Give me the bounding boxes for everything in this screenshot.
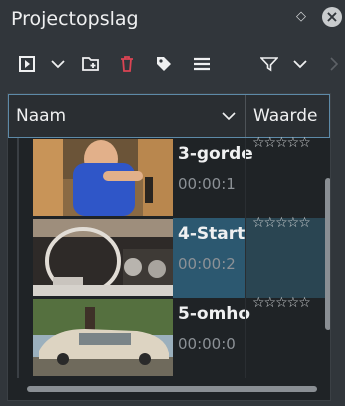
clip-duration: 00:00:0 [178, 335, 236, 353]
chevron-down-icon [51, 60, 65, 69]
filter-menu-button[interactable] [290, 44, 310, 84]
rating-stars[interactable]: ☆☆☆☆☆ [252, 295, 311, 311]
clip-duration: 00:00:1 [178, 175, 236, 193]
column-header: Naam Waarde [8, 94, 330, 138]
menu-button[interactable] [189, 44, 215, 84]
tree-branch-line [17, 298, 19, 378]
clip-thumbnail [33, 219, 173, 296]
delete-button[interactable] [114, 44, 140, 84]
add-clip-button[interactable] [14, 44, 40, 84]
clip-rating-cell[interactable]: ☆☆☆☆☆ [245, 215, 325, 298]
clip-name-cell: 3-gorde 00:00:1 [173, 138, 253, 218]
clip-thumbnail [33, 299, 173, 376]
tag-button[interactable] [151, 44, 177, 84]
clip-name: 3-gorde [178, 144, 253, 164]
bin-toolbar [0, 44, 345, 84]
clip-rating-cell[interactable]: ☆☆☆☆☆ [245, 135, 325, 218]
dock-titlebar: Projectopslag ◇ × [0, 0, 345, 40]
add-clip-icon [19, 56, 35, 72]
chevron-right-icon [330, 57, 338, 71]
clip-rows: 3-gorde 00:00:1 ☆☆☆☆☆ 4-Starte 00:00:2 ☆… [8, 135, 325, 378]
chevron-down-icon [293, 60, 307, 69]
clip-row-selected[interactable]: 4-Starte 00:00:2 ☆☆☆☆☆ [8, 215, 325, 298]
menu-icon [194, 57, 210, 71]
tree-branch-line [17, 218, 19, 298]
delete-icon [121, 56, 133, 72]
vertical-scrollbar[interactable] [325, 138, 330, 378]
add-folder-icon [82, 57, 99, 71]
clip-name-cell: 4-Starte 00:00:2 [173, 218, 257, 298]
sort-indicator-icon [222, 112, 236, 121]
toolbar-overflow-button[interactable] [327, 44, 341, 84]
clip-name: 5-omho [178, 304, 251, 324]
tree-branch-line [17, 138, 19, 218]
filter-icon [260, 57, 278, 72]
clip-thumbnail [33, 139, 173, 216]
close-panel-button[interactable]: × [322, 7, 342, 27]
column-header-name[interactable]: Naam [16, 95, 66, 137]
clip-row[interactable]: 5-omho 00:00:0 ☆☆☆☆☆ [8, 295, 325, 378]
clip-list: Naam Waarde 3-gorde 00:00:1 ☆☆☆☆☆ 4-Star… [7, 93, 331, 401]
horizontal-scrollbar[interactable] [15, 386, 323, 394]
close-icon: × [325, 7, 339, 26]
panel-title: Projectopslag [11, 8, 139, 30]
clip-row[interactable]: 3-gorde 00:00:1 ☆☆☆☆☆ [8, 135, 325, 218]
column-header-rating[interactable]: Waarde [253, 95, 319, 137]
horizontal-scrollbar-thumb[interactable] [27, 386, 317, 392]
rating-stars[interactable]: ☆☆☆☆☆ [252, 215, 311, 231]
tag-icon [157, 57, 171, 71]
column-separator [245, 95, 246, 137]
clip-rating-cell[interactable]: ☆☆☆☆☆ [245, 295, 325, 378]
vertical-scrollbar-thumb[interactable] [325, 178, 330, 330]
rating-stars[interactable]: ☆☆☆☆☆ [252, 135, 311, 151]
clip-duration: 00:00:2 [178, 255, 236, 273]
add-clip-menu-button[interactable] [48, 44, 68, 84]
clip-name-cell: 5-omho 00:00:0 [173, 298, 250, 378]
add-folder-button[interactable] [78, 44, 104, 84]
filter-button[interactable] [256, 44, 282, 84]
float-panel-icon[interactable]: ◇ [296, 9, 306, 24]
